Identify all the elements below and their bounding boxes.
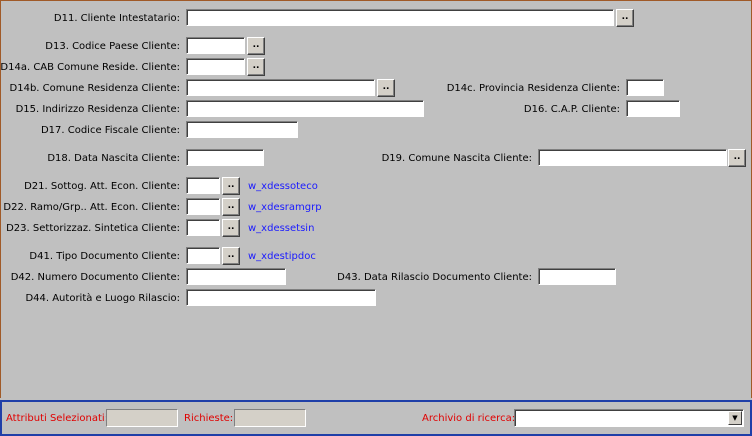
d14a-label: D14a. CAB Comune Reside. Cliente: xyxy=(0,62,180,73)
d17-label: D17. Codice Fiscale Cliente: xyxy=(40,125,180,136)
required-field xyxy=(234,409,306,427)
d16-label: D16. C.A.P. Cliente: xyxy=(523,104,620,115)
required-label: Richieste: xyxy=(184,413,234,424)
d14c-label: D14c. Provincia Residenza Cliente: xyxy=(446,83,620,94)
d44-label: D44. Autorità e Luogo Rilascio: xyxy=(25,293,180,304)
d41-zoom-button[interactable]: .. xyxy=(222,247,240,265)
form-panel: D11. Cliente Intestatario: .. D13. Codic… xyxy=(0,0,752,398)
archive-label: Archivio di ricerca: xyxy=(422,413,516,424)
d23-description: w_xdessetsin xyxy=(248,223,315,234)
d41-label: D41. Tipo Documento Cliente: xyxy=(29,251,180,262)
d42-numero-documento-input[interactable] xyxy=(186,268,286,285)
d14a-zoom-button[interactable]: .. xyxy=(247,58,265,76)
d11-cliente-intestatario-input[interactable] xyxy=(186,9,614,26)
d42-label: D42. Numero Documento Cliente: xyxy=(10,272,180,283)
d22-description: w_xdesramgrp xyxy=(248,202,322,213)
selected-attributes-field xyxy=(106,409,178,427)
triangle-down-icon[interactable]: ▼ xyxy=(728,411,742,425)
d14b-zoom-button[interactable]: .. xyxy=(377,79,395,97)
d43-data-rilascio-input[interactable] xyxy=(538,268,616,285)
d19-label: D19. Comune Nascita Cliente: xyxy=(381,153,532,164)
d17-codice-fiscale-input[interactable] xyxy=(186,121,298,138)
d23-zoom-button[interactable]: .. xyxy=(222,219,240,237)
archive-select[interactable]: ▼ xyxy=(514,409,744,427)
d15-label: D15. Indirizzo Residenza Cliente: xyxy=(15,104,180,115)
d19-comune-nascita-input[interactable] xyxy=(538,149,727,166)
d43-label: D43. Data Rilascio Documento Cliente: xyxy=(337,272,532,283)
d23-label: D23. Settorizzaz. Sintetica Cliente: xyxy=(6,223,180,234)
d15-indirizzo-residenza-input[interactable] xyxy=(186,100,424,117)
d23-settorizzazione-input[interactable] xyxy=(186,219,220,236)
d11-label: D11. Cliente Intestatario: xyxy=(53,13,180,24)
d14b-comune-residenza-input[interactable] xyxy=(186,79,375,96)
d13-label: D13. Codice Paese Cliente: xyxy=(45,41,180,52)
d14c-provincia-residenza-input[interactable] xyxy=(626,79,664,96)
d18-data-nascita-input[interactable] xyxy=(186,149,264,166)
d22-zoom-button[interactable]: .. xyxy=(222,198,240,216)
d21-description: w_xdessoteco xyxy=(248,181,318,192)
d14b-label: D14b. Comune Residenza Cliente: xyxy=(9,83,180,94)
d14a-cab-comune-input[interactable] xyxy=(186,58,245,75)
d16-cap-input[interactable] xyxy=(626,100,680,117)
d44-autorita-luogo-input[interactable] xyxy=(186,289,376,306)
d21-sottogruppo-input[interactable] xyxy=(186,177,220,194)
d13-codice-paese-input[interactable] xyxy=(186,37,245,54)
d19-zoom-button[interactable]: .. xyxy=(728,149,746,167)
d21-zoom-button[interactable]: .. xyxy=(222,177,240,195)
d11-zoom-button[interactable]: .. xyxy=(616,9,634,27)
d22-ramo-gruppo-input[interactable] xyxy=(186,198,220,215)
selected-attributes-label: Attributi Selezionati: xyxy=(6,413,109,424)
d41-description: w_xdestipdoc xyxy=(248,251,316,262)
d41-tipo-documento-input[interactable] xyxy=(186,247,220,264)
d18-label: D18. Data Nascita Cliente: xyxy=(47,153,180,164)
d21-label: D21. Sottog. Att. Econ. Cliente: xyxy=(24,181,180,192)
status-bar: Attributi Selezionati: Richieste: Archiv… xyxy=(0,400,752,436)
d22-label: D22. Ramo/Grp.. Att. Econ. Cliente: xyxy=(3,202,180,213)
d13-zoom-button[interactable]: .. xyxy=(247,37,265,55)
